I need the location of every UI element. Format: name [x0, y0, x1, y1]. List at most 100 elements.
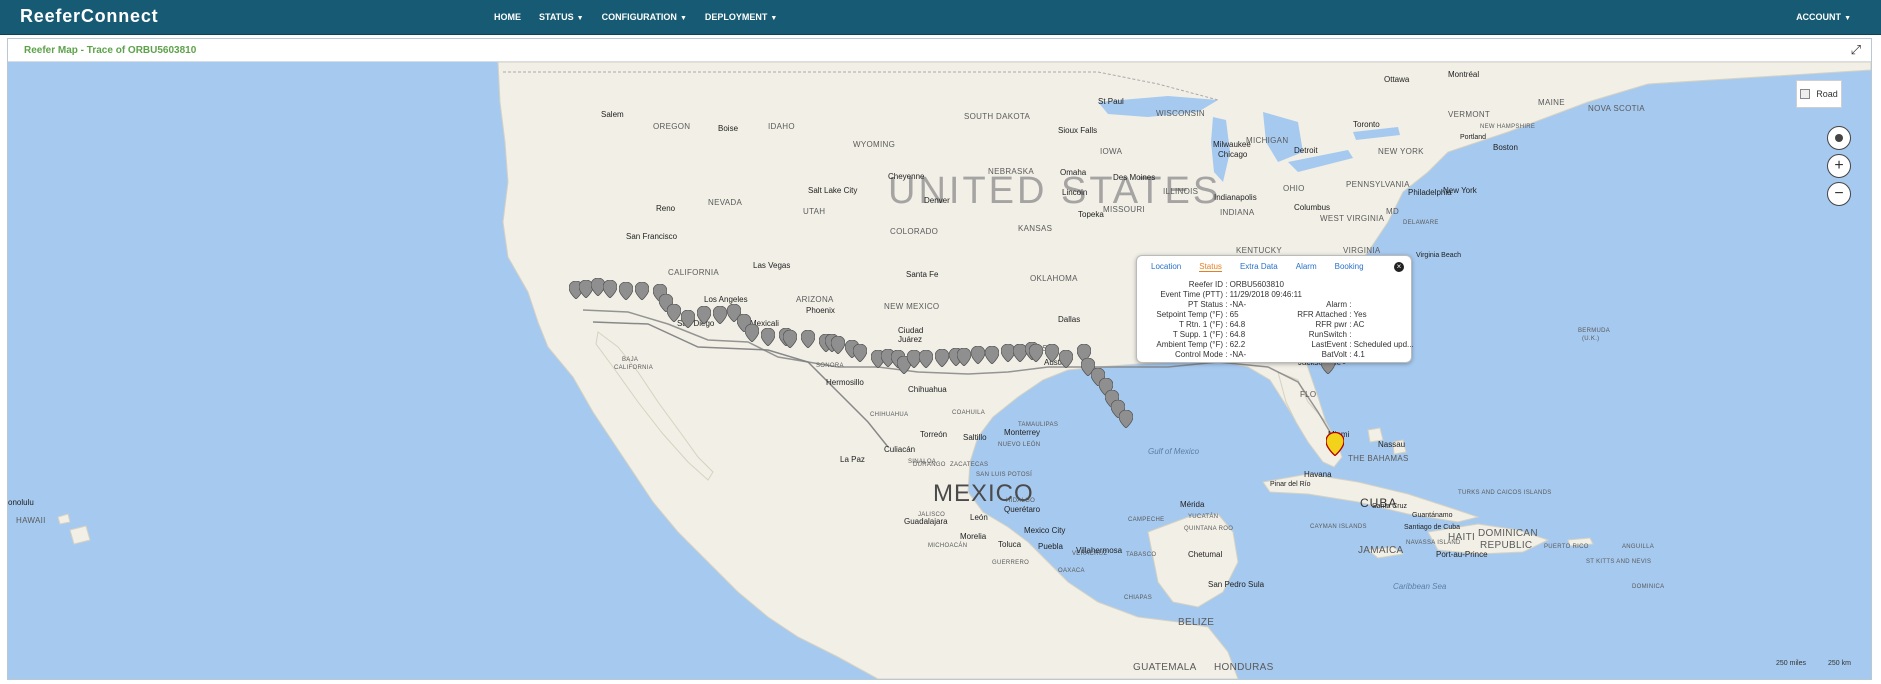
label-navassa: NAVASSA ISLAND: [1406, 540, 1461, 546]
route-marker[interactable]: [783, 330, 797, 348]
route-marker[interactable]: [985, 346, 999, 364]
city-merida: Mérida: [1180, 500, 1205, 509]
label-new-hampshire: NEW HAMPSHIRE: [1480, 124, 1536, 130]
tab-location[interactable]: Location: [1151, 262, 1181, 272]
route-marker[interactable]: [667, 304, 681, 322]
status-key: RunSwitch: [1308, 330, 1347, 339]
city-portland: Portland: [1460, 134, 1487, 141]
city-nassau: Nassau: [1378, 440, 1406, 449]
route-marker[interactable]: [681, 310, 695, 328]
route-marker[interactable]: [831, 336, 845, 354]
route-marker[interactable]: [1045, 344, 1059, 362]
status-row: Event Time (PTT) : 11/29/2018 09:46:11: [1141, 290, 1302, 300]
route-marker[interactable]: [971, 346, 985, 364]
label-sonora: SONORA: [816, 363, 844, 369]
brand-logo[interactable]: ReeferConnect: [20, 6, 158, 27]
route-marker[interactable]: [761, 328, 775, 346]
city-la-paz: La Paz: [840, 455, 865, 464]
label-belize: BELIZE: [1178, 617, 1215, 628]
nav-account[interactable]: ACCOUNT ▼: [1796, 12, 1851, 22]
map-pin-icon: [1029, 344, 1043, 362]
map-pin-icon: [1119, 410, 1133, 428]
label-kansas: KANSAS: [1018, 224, 1053, 233]
map-canvas[interactable]: UNITED STATES MEXICO CUBA THE BAHAMAS BE…: [8, 62, 1871, 679]
city-puebla: Puebla: [1038, 542, 1063, 551]
label-coahuila: COAHUILA: [952, 410, 986, 416]
top-navbar: ReeferConnect HOME STATUS ▼ CONFIGURATION…: [0, 0, 1881, 35]
city-las-vegas: Las Vegas: [753, 261, 791, 270]
app-root: ReeferConnect HOME STATUS ▼ CONFIGURATION…: [0, 0, 1881, 684]
route-marker[interactable]: [635, 282, 649, 300]
status-row: Ambient Temp (°F) : 62.2: [1141, 340, 1245, 350]
route-marker[interactable]: [713, 306, 727, 324]
city-santiago: Santiago de Cuba: [1404, 524, 1461, 531]
map-basemap: [57, 62, 1871, 679]
city-lincoln: Lincoln: [1062, 188, 1088, 197]
tab-extra-data[interactable]: Extra Data: [1240, 262, 1278, 272]
route-marker[interactable]: [745, 324, 759, 342]
status-value: -NA-: [1229, 300, 1247, 309]
route-marker[interactable]: [919, 350, 933, 368]
close-icon[interactable]: ×: [1394, 262, 1404, 272]
expand-icon[interactable]: ⤢: [1851, 42, 1861, 58]
map-pin-icon: [935, 349, 949, 367]
label-nuevo-leon: NUEVO LEÓN: [998, 442, 1041, 448]
route-marker[interactable]: [1029, 344, 1043, 362]
route-marker[interactable]: [1059, 350, 1073, 368]
label-durango: DURANGO: [913, 462, 946, 468]
route-marker[interactable]: [957, 348, 971, 366]
city-topeka: Topeka: [1078, 210, 1104, 219]
city-san-pedro-sula: San Pedro Sula: [1208, 580, 1265, 589]
nav-status[interactable]: STATUS ▼: [539, 12, 584, 22]
nav-home[interactable]: HOME: [494, 12, 521, 22]
reefer-info-popup: Location Status Extra Data Alarm Booking…: [1136, 255, 1414, 363]
map-pin-icon: [783, 330, 797, 348]
status-value: Yes: [1353, 310, 1367, 319]
status-key: RFR Attached: [1297, 310, 1347, 319]
route-marker[interactable]: [619, 282, 633, 300]
caret-down-icon: ▼: [770, 15, 778, 22]
road-map-icon: [1800, 89, 1811, 99]
tab-booking[interactable]: Booking: [1335, 262, 1364, 272]
caret-down-icon: ▼: [1844, 15, 1851, 22]
label-missouri: MISSOURI: [1103, 205, 1145, 214]
label-nova-scotia: NOVA SCOTIA: [1588, 104, 1645, 113]
tab-alarm[interactable]: Alarm: [1296, 262, 1317, 272]
route-marker[interactable]: [935, 349, 949, 367]
label-honolulu: onolulu: [8, 498, 34, 507]
status-row: PT Status : -NA-: [1141, 300, 1246, 310]
route-marker[interactable]: [697, 306, 711, 324]
zoom-out-button[interactable]: −: [1827, 182, 1851, 206]
route-marker[interactable]: [1119, 410, 1133, 428]
label-yucatan: YUCATÁN: [1188, 514, 1219, 520]
city-mexico-city: Mexico City: [1024, 526, 1066, 535]
tab-status[interactable]: Status: [1199, 262, 1222, 272]
minus-icon: −: [1834, 185, 1844, 202]
label-new-york: NEW YORK: [1378, 147, 1424, 156]
city-st-paul: St Paul: [1098, 97, 1124, 106]
road-layer-toggle[interactable]: Road: [1796, 80, 1842, 108]
city-leon: León: [970, 513, 988, 522]
locate-me-button[interactable]: [1827, 126, 1851, 150]
status-row: RunSwitch :: [1275, 330, 1352, 340]
route-marker[interactable]: [853, 344, 867, 362]
label-utah: UTAH: [803, 207, 826, 216]
nav-deployment[interactable]: DEPLOYMENT ▼: [705, 12, 777, 22]
city-chicago: Chicago: [1218, 150, 1248, 159]
city-guadalajara: Guadalajara: [904, 517, 948, 526]
status-key: T Rtn. 1 (°F): [1179, 320, 1223, 329]
current-location-marker[interactable]: [1326, 432, 1344, 456]
map-pin-icon: [603, 280, 617, 298]
route-marker[interactable]: [801, 330, 815, 348]
route-marker[interactable]: [603, 280, 617, 298]
zoom-in-button[interactable]: +: [1827, 154, 1851, 178]
status-value: 65: [1229, 310, 1239, 319]
label-hawaii: HAWAII: [16, 516, 46, 525]
nav-configuration[interactable]: CONFIGURATION ▼: [602, 12, 687, 22]
city-monterrey: Monterrey: [1004, 428, 1041, 437]
label-south-dakota: SOUTH DAKOTA: [964, 112, 1031, 121]
city-denver: Denver: [924, 196, 950, 205]
plus-icon: +: [1834, 157, 1844, 174]
label-zacatecas: ZACATECAS: [950, 462, 989, 468]
map-pin-icon: [957, 348, 971, 366]
